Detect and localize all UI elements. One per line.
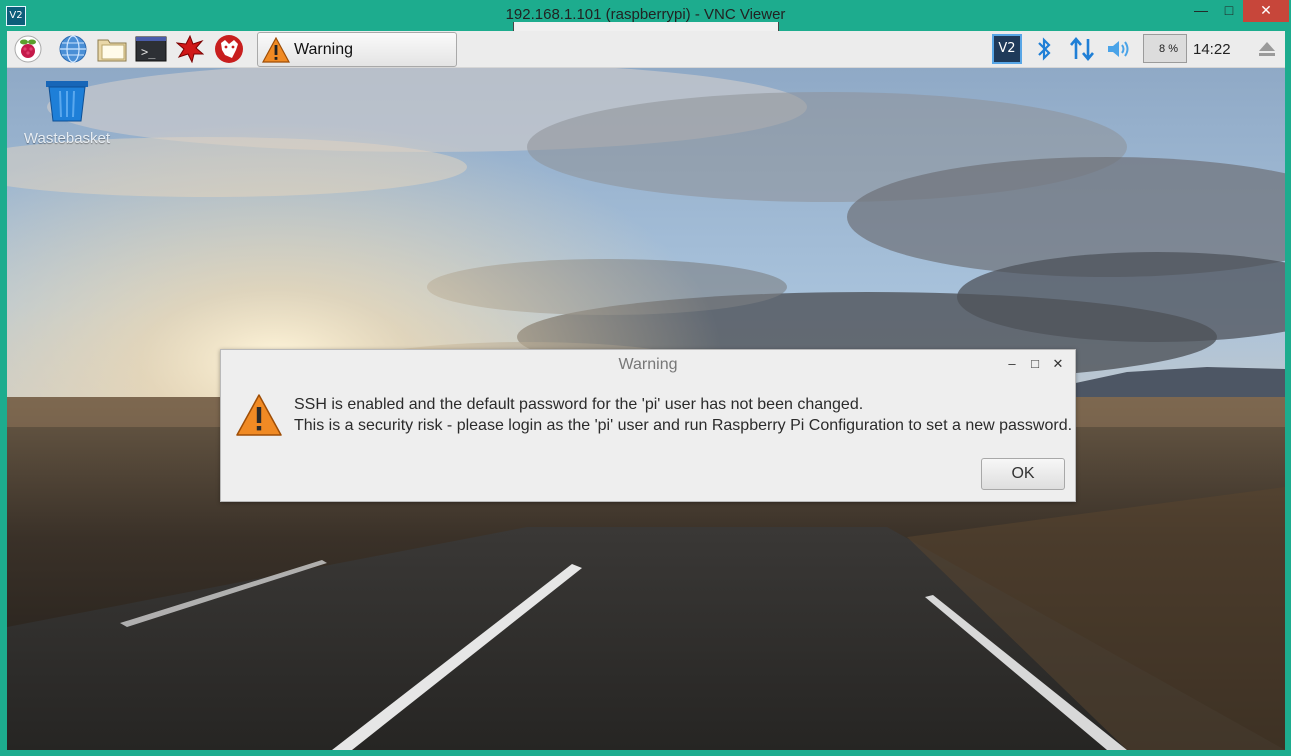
warning-dialog: Warning – □ ✕ SSH is enabled and the def… bbox=[220, 349, 1076, 502]
dialog-message: SSH is enabled and the default password … bbox=[294, 394, 1072, 436]
ok-button[interactable]: OK bbox=[981, 458, 1065, 490]
dialog-message-line: This is a security risk - please login a… bbox=[294, 417, 1073, 434]
wastebasket-label: Wastebasket bbox=[23, 130, 111, 147]
taskbar-warning-label: Warning bbox=[294, 40, 353, 58]
dialog-title: Warning bbox=[618, 356, 678, 373]
wastebasket-icon bbox=[21, 79, 113, 128]
window-title: 192.168.1.101 (raspberrypi) - VNC Viewer bbox=[505, 6, 786, 23]
dialog-maximize-button[interactable]: □ bbox=[1027, 356, 1043, 372]
math-kernel-icon[interactable] bbox=[174, 34, 206, 64]
terminal-icon[interactable]: >_ bbox=[135, 34, 167, 64]
eject-icon[interactable] bbox=[1255, 34, 1279, 64]
file-manager-icon[interactable] bbox=[96, 34, 128, 64]
vnc-window: V2 192.168.1.101 (raspberrypi) - VNC Vie… bbox=[0, 0, 1291, 756]
taskbar-warning-button[interactable]: Warning bbox=[257, 32, 457, 67]
network-arrows-icon[interactable] bbox=[1066, 34, 1098, 64]
volume-icon[interactable] bbox=[1103, 34, 1135, 64]
vnc-server-icon[interactable]: V2 bbox=[990, 34, 1024, 64]
wastebasket-shortcut[interactable]: Wastebasket bbox=[21, 79, 113, 147]
taskbar-panel: >_ Warning V2 8 % 14:22 bbox=[7, 31, 1285, 68]
wolfram-icon[interactable] bbox=[213, 34, 245, 64]
dialog-message-line: SSH is enabled and the default password … bbox=[294, 396, 864, 413]
warning-icon bbox=[235, 393, 283, 442]
dialog-minimize-button[interactable]: – bbox=[1004, 356, 1020, 372]
warning-icon bbox=[262, 36, 290, 63]
bluetooth-icon[interactable] bbox=[1031, 34, 1057, 64]
dialog-close-button[interactable]: ✕ bbox=[1050, 356, 1066, 372]
window-maximize-button[interactable]: □ bbox=[1214, 0, 1244, 22]
clock[interactable]: 14:22 bbox=[1193, 41, 1231, 58]
raspberry-menu-icon[interactable] bbox=[12, 34, 44, 64]
svg-text:>_: >_ bbox=[141, 45, 156, 59]
window-minimize-button[interactable]: — bbox=[1186, 0, 1216, 22]
web-browser-icon[interactable] bbox=[57, 34, 89, 64]
window-close-button[interactable]: ✕ bbox=[1243, 0, 1289, 22]
cpu-usage-monitor[interactable]: 8 % bbox=[1143, 34, 1187, 63]
remote-desktop[interactable]: >_ Warning V2 8 % 14:22 Wastebasket Warn… bbox=[7, 31, 1285, 750]
